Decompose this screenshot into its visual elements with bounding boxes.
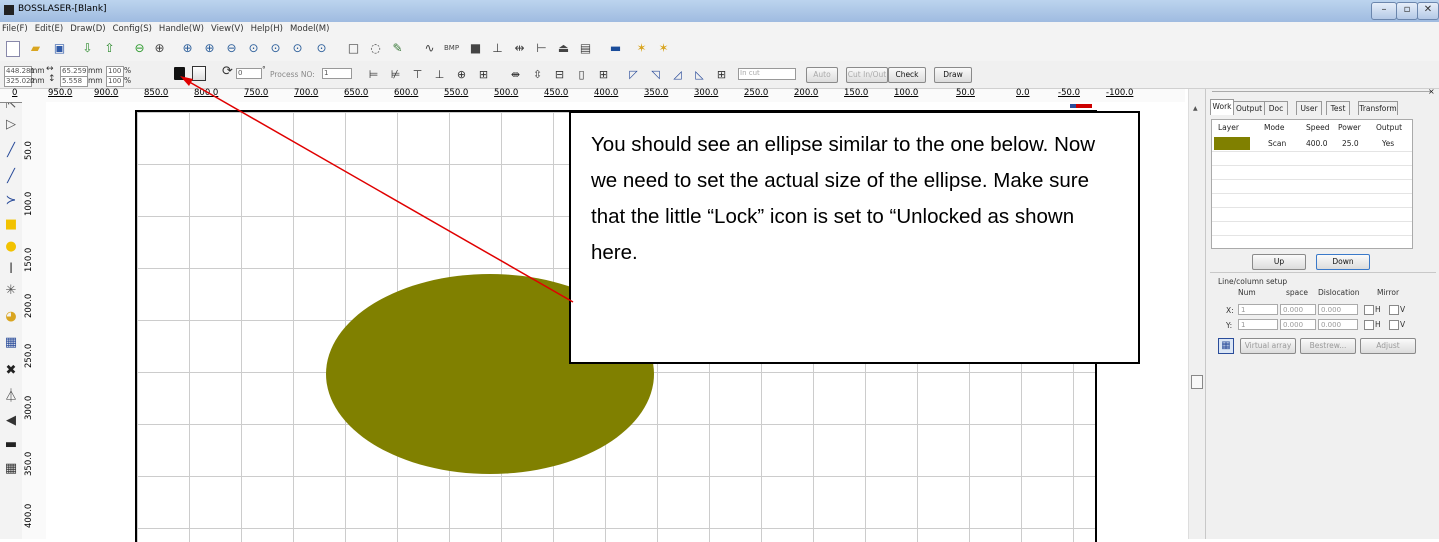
line-column-setup-label: Line/column setup bbox=[1218, 277, 1288, 286]
tab-doc[interactable]: Doc bbox=[1264, 101, 1288, 115]
num-header: Num bbox=[1238, 288, 1256, 297]
layer-speed: 400.0 bbox=[1306, 139, 1328, 148]
col-header-layer: Layer bbox=[1218, 123, 1239, 132]
layer-power: 25.0 bbox=[1342, 139, 1359, 148]
col-header-power: Power bbox=[1338, 123, 1361, 132]
panel-close-icon[interactable]: × bbox=[1428, 87, 1435, 96]
x-mirror-h-label: H bbox=[1375, 305, 1381, 314]
x-label: X: bbox=[1226, 306, 1234, 315]
col-header-output: Output bbox=[1376, 123, 1403, 132]
x-mirror-v-checkbox[interactable] bbox=[1389, 305, 1399, 315]
y-label: Y: bbox=[1226, 321, 1233, 330]
virtual-array-icon[interactable]: ▦ bbox=[1218, 338, 1234, 354]
x-dislocation-field[interactable]: 0.000 bbox=[1318, 304, 1358, 315]
y-mirror-v-label: V bbox=[1400, 320, 1406, 329]
virtual-array-button[interactable]: Virtual array bbox=[1240, 338, 1296, 354]
y-mirror-h-label: H bbox=[1375, 320, 1381, 329]
panel-grip bbox=[1212, 91, 1432, 92]
x-mirror-v-label: V bbox=[1400, 305, 1406, 314]
space-header: space bbox=[1286, 288, 1309, 297]
tab-test[interactable]: Test bbox=[1326, 101, 1350, 115]
tab-work[interactable]: Work bbox=[1210, 99, 1234, 115]
layer-mode: Scan bbox=[1268, 139, 1287, 148]
x-num-field[interactable]: 1 bbox=[1238, 304, 1278, 315]
layer-table: Layer Mode Speed Power Output Scan 400.0… bbox=[1211, 119, 1413, 249]
up-button[interactable]: Up bbox=[1252, 254, 1306, 270]
x-mirror-h-checkbox[interactable] bbox=[1364, 305, 1374, 315]
tab-output[interactable]: Output bbox=[1233, 101, 1265, 115]
canvas-vertical-scrollbar[interactable]: ▲ bbox=[1188, 89, 1205, 539]
y-mirror-h-checkbox[interactable] bbox=[1364, 320, 1374, 330]
scroll-thumb[interactable] bbox=[1191, 375, 1203, 389]
x-space-field[interactable]: 0.000 bbox=[1280, 304, 1316, 315]
tab-user[interactable]: User bbox=[1296, 101, 1322, 115]
y-space-field[interactable]: 0.000 bbox=[1280, 319, 1316, 330]
scroll-up-arrow-icon[interactable]: ▲ bbox=[1193, 105, 1198, 112]
y-dislocation-field[interactable]: 0.000 bbox=[1318, 319, 1358, 330]
y-mirror-v-checkbox[interactable] bbox=[1389, 320, 1399, 330]
dislocation-header: Dislocation bbox=[1318, 288, 1360, 297]
col-header-mode: Mode bbox=[1264, 123, 1285, 132]
bestrew-button[interactable]: Bestrew... bbox=[1300, 338, 1356, 354]
y-num-field[interactable]: 1 bbox=[1238, 319, 1278, 330]
adjust-button[interactable]: Adjust bbox=[1360, 338, 1416, 354]
pointer-arrow-head bbox=[180, 76, 193, 86]
layer-output: Yes bbox=[1382, 139, 1395, 148]
pointer-arrow-line bbox=[185, 79, 574, 303]
tab-transform[interactable]: Transform bbox=[1358, 101, 1398, 115]
mirror-header: Mirror bbox=[1377, 288, 1400, 297]
layer-color-swatch[interactable] bbox=[1214, 137, 1250, 150]
col-header-speed: Speed bbox=[1306, 123, 1330, 132]
down-button[interactable]: Down bbox=[1316, 254, 1370, 270]
